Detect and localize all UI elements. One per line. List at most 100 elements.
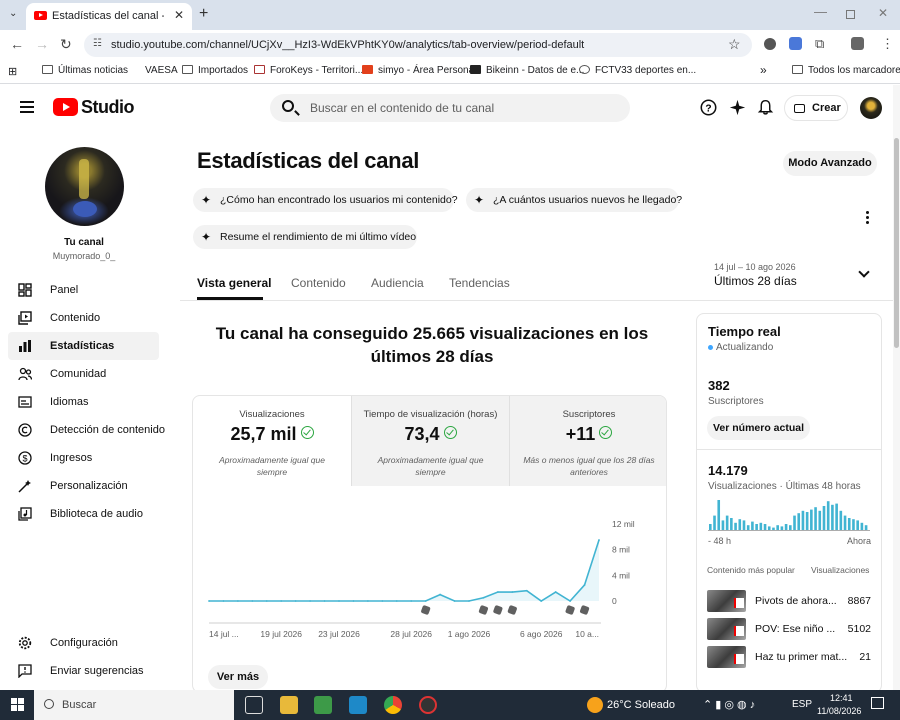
windows-start-icon[interactable] (11, 698, 25, 712)
channel-avatar[interactable] (45, 147, 124, 226)
ask-chip-discovery[interactable]: ✦ ¿Cómo han encontrado los usuarios mi c… (193, 188, 458, 212)
extension-icon[interactable] (764, 38, 776, 50)
metric-views[interactable]: Visualizaciones 25,7 mil Aproximadamente… (193, 396, 351, 486)
language-indicator[interactable]: ESP (792, 699, 812, 710)
all-bookmarks-folder[interactable]: Todos los marcadores (792, 65, 900, 76)
bookmark-item[interactable]: Bikeinn - Datos de e... (470, 65, 584, 76)
bookmarks-bar: ⊞ Últimas noticias VAESA Importados Foro… (0, 60, 900, 84)
weather-text[interactable]: 26°C Soleado (607, 699, 675, 711)
restore-button[interactable] (846, 10, 855, 19)
store-icon[interactable] (314, 696, 332, 714)
notifications-icon[interactable] (871, 697, 884, 709)
tab-audience[interactable]: Audiencia (371, 276, 424, 290)
file-explorer-icon[interactable] (280, 696, 298, 714)
hamburger-menu-icon[interactable] (20, 101, 34, 113)
metric-watch-time[interactable]: Tiempo de visualización (horas) 73,4 Apr… (351, 396, 509, 486)
data-point (323, 600, 326, 602)
help-icon[interactable]: ? (700, 99, 717, 116)
metric-subscribers[interactable]: Suscriptores +11 Más o menos igual que l… (509, 396, 666, 486)
clock-time[interactable]: 12:41 (830, 693, 853, 703)
list-item[interactable]: Haz tu primer mat... 21 (707, 646, 871, 670)
list-item[interactable]: Pivots de ahora... 8867 (707, 590, 871, 614)
bookmark-item[interactable]: ForoKeys - Territori... (254, 65, 363, 76)
data-point (424, 600, 427, 602)
data-point (338, 600, 340, 602)
sidebar-item-content-detection[interactable]: Detección de contenido (8, 416, 165, 444)
more-bookmarks-icon[interactable]: » (760, 63, 767, 77)
back-arrow-icon[interactable]: ← (10, 36, 24, 52)
taskbar-search[interactable]: Buscar (34, 690, 234, 720)
advanced-mode-button[interactable]: Modo Avanzado (783, 151, 877, 176)
sidebar-item-earn[interactable]: $ Ingresos (8, 444, 159, 472)
date-range-dates[interactable]: 14 jul – 10 ago 2026 (714, 262, 796, 272)
chevron-down-icon[interactable] (858, 266, 870, 278)
sidebar-item-settings[interactable]: Configuración (8, 629, 159, 657)
video-thumbnail (707, 618, 746, 640)
channel-search-input[interactable]: Buscar en el contenido de tu canal (270, 94, 630, 122)
sidebar-item-content[interactable]: Contenido (8, 304, 159, 332)
bookmark-item[interactable]: simyo - Área Personal (362, 65, 476, 76)
realtime-bar-chart[interactable] (706, 497, 872, 533)
views-line-chart[interactable]: 12 mil 8 mil 4 mil 0 14 jul ... 19 jul 2026 23… (192, 510, 652, 645)
profile-icon[interactable] (851, 37, 864, 50)
tab-content[interactable]: Contenido (291, 276, 346, 290)
data-point (468, 600, 470, 602)
reload-icon[interactable]: ↻ (60, 36, 72, 53)
new-tab-button[interactable]: + (199, 5, 208, 23)
series-area (209, 540, 599, 601)
video-thumbnail (707, 590, 746, 612)
date-range-selector[interactable]: Últimos 28 días (714, 274, 797, 288)
tab-search-icon[interactable]: ⌄ (9, 8, 17, 19)
close-window-button[interactable]: ✕ (878, 6, 888, 20)
apps-grid-icon[interactable]: ⊞ (8, 65, 17, 78)
video-views: 5102 (847, 623, 871, 635)
extensions-puzzle-icon[interactable]: ⧉ (815, 36, 824, 52)
realtime-bar (709, 524, 712, 530)
outlook-icon[interactable] (349, 696, 367, 714)
bookmark-item[interactable]: Últimas noticias (42, 65, 128, 76)
chrome-icon[interactable] (384, 696, 402, 714)
tab-overview[interactable]: Vista general (197, 276, 271, 290)
sidebar-item-audio-library[interactable]: Biblioteca de audio (8, 500, 159, 528)
logo-text: Studio (81, 97, 135, 117)
ask-chip-new-users[interactable]: ✦ ¿A cuántos usuarios nuevos he llegado? (466, 188, 682, 212)
bookmark-star-icon[interactable]: ☆ (728, 36, 741, 53)
sidebar-item-community[interactable]: Comunidad (8, 360, 159, 388)
address-bar[interactable]: ☷ studio.youtube.com/channel/UCjXv__HzI3… (84, 33, 752, 57)
popular-content-header: Contenido más popular (707, 565, 795, 575)
bookmark-item[interactable]: Importados (182, 65, 248, 76)
realtime-bar (860, 522, 864, 530)
bookmark-item[interactable]: VAESA (145, 65, 178, 76)
site-info-icon[interactable]: ☷ (93, 38, 102, 49)
minimize-button[interactable]: — (814, 4, 827, 19)
task-view-icon[interactable] (245, 696, 263, 714)
forward-arrow-icon[interactable]: → (35, 36, 49, 52)
obs-icon[interactable] (419, 696, 437, 714)
weather-sun-icon[interactable] (587, 697, 603, 713)
browser-menu-icon[interactable]: ⋮ (881, 36, 894, 52)
sidebar-item-analytics[interactable]: Estadísticas (8, 332, 159, 360)
tab-trends[interactable]: Tendencias (449, 276, 510, 290)
see-current-count-button[interactable]: Ver número actual (707, 416, 810, 440)
notifications-bell-icon[interactable] (757, 99, 774, 116)
clock-date[interactable]: 11/08/2026 (817, 706, 861, 716)
sidebar-item-feedback[interactable]: Enviar sugerencias (8, 657, 159, 685)
sidebar-item-customization[interactable]: Personalización (8, 472, 159, 500)
realtime-bar (805, 512, 809, 530)
translate-icon[interactable] (789, 37, 802, 50)
list-item[interactable]: POV: Ese niño ... 5102 (707, 618, 871, 642)
ask-chip-last-video[interactable]: ✦ Resume el rendimiento de mi último víd… (193, 225, 417, 249)
system-tray-icons[interactable]: ⌃ ▮ ◎ ◍ ♪ (703, 698, 755, 711)
browser-tab-active[interactable]: Estadísticas del canal - YouTube ✕ (26, 3, 192, 30)
see-more-button[interactable]: Ver más (208, 665, 268, 689)
video-views: 8867 (847, 595, 871, 607)
create-button[interactable]: Crear (784, 95, 848, 121)
bookmark-item[interactable]: FCTV33 deportes en... (579, 65, 696, 76)
account-avatar[interactable] (860, 97, 882, 119)
more-options-icon[interactable] (866, 211, 870, 225)
close-tab-icon[interactable]: ✕ (174, 8, 184, 22)
sidebar-item-panel[interactable]: Panel (8, 276, 159, 304)
sidebar-item-languages[interactable]: Idiomas (8, 388, 159, 416)
scrollbar-thumb[interactable] (894, 138, 899, 348)
sparkle-icon[interactable] (729, 99, 746, 116)
